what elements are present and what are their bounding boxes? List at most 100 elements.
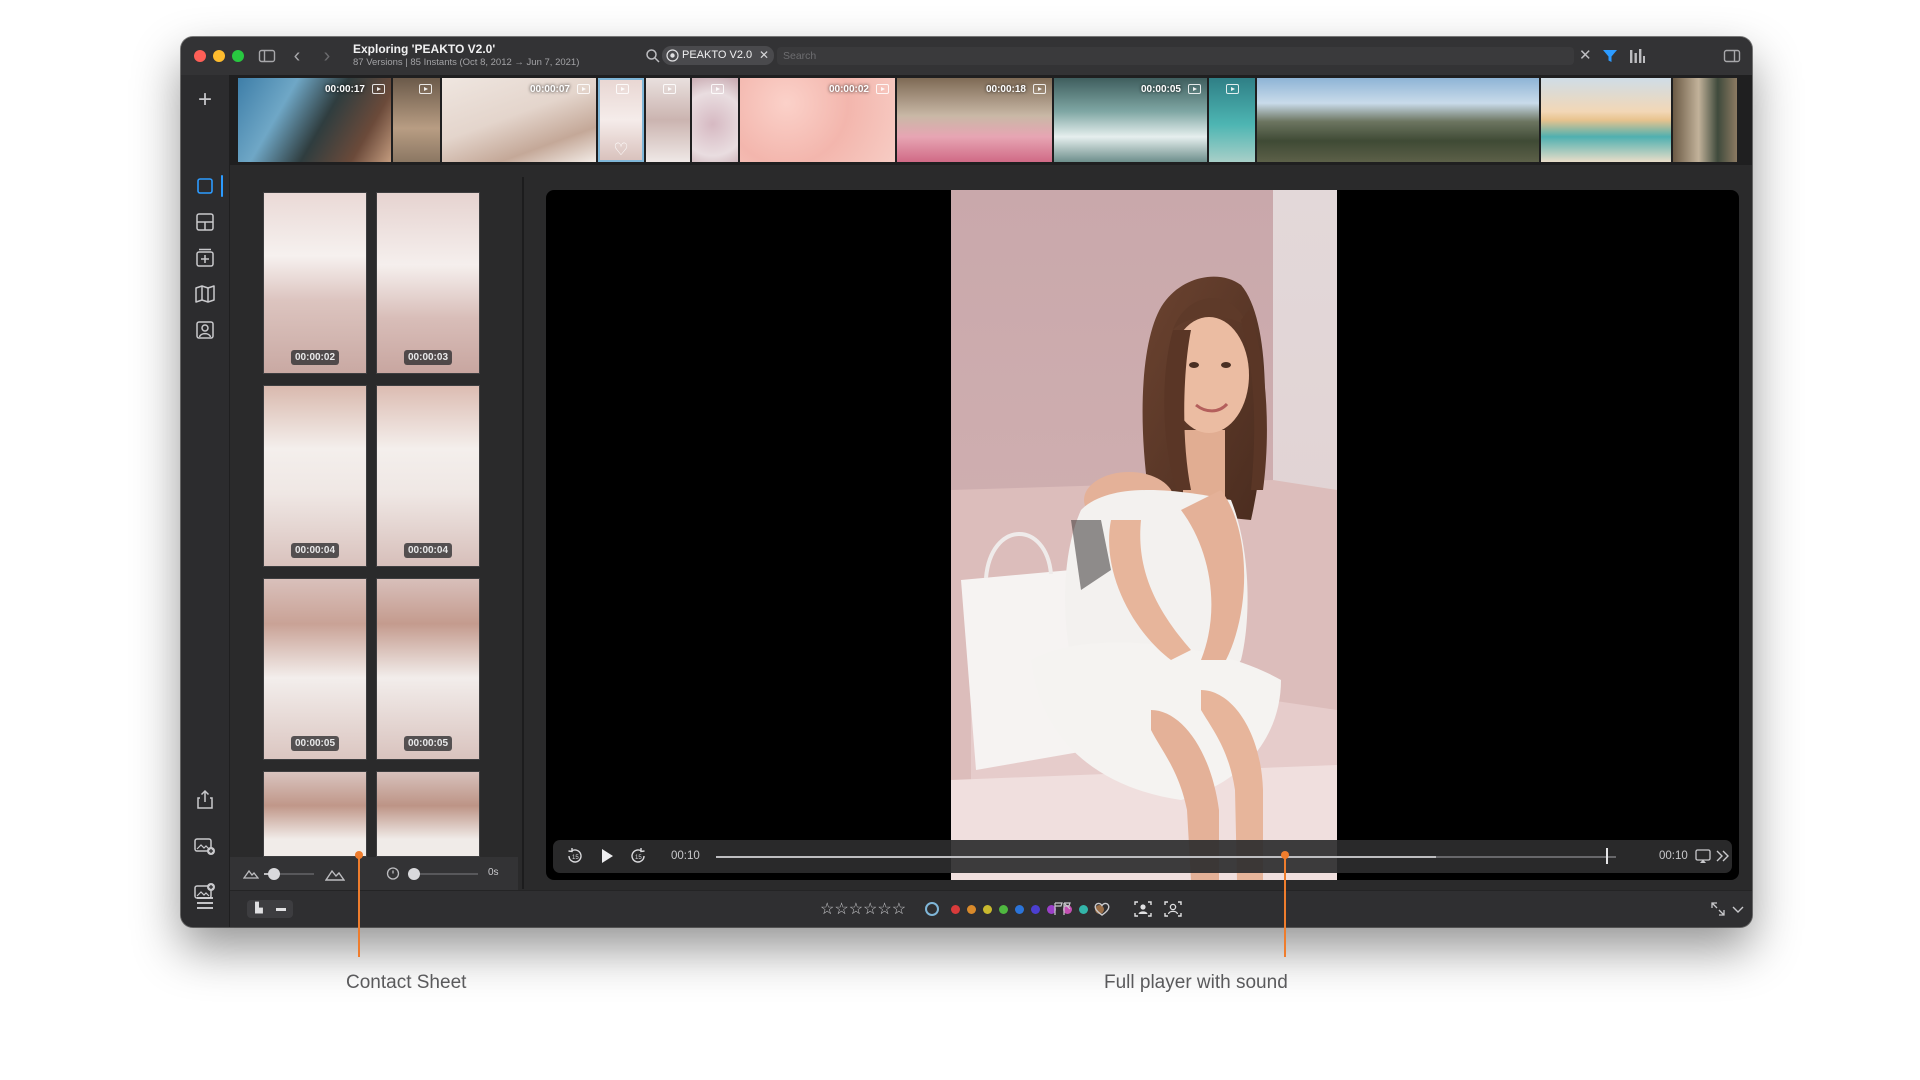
panel-toggle-icon[interactable] (1722, 46, 1742, 66)
close-window-button[interactable] (194, 50, 206, 62)
search-input[interactable]: Search (777, 47, 1574, 65)
single-view-icon[interactable] (192, 173, 218, 199)
catalog-icon (666, 49, 679, 62)
filmstrip-thumbnail[interactable]: 00:00:17 (238, 78, 391, 162)
contact-sheet-frame[interactable]: 00:00:04 (376, 385, 480, 567)
face-detect-icon[interactable] (1133, 899, 1153, 919)
chevron-down-icon[interactable] (1728, 899, 1748, 919)
frame-timecode: 00:00:02 (290, 350, 340, 365)
zoom-window-button[interactable] (232, 50, 244, 62)
replay-icon[interactable]: 15 (565, 846, 585, 871)
contact-sheet-annotation: Contact Sheet (346, 972, 467, 993)
player-controls: 15 15 00:10 00:10 (553, 840, 1732, 873)
filmstrip-thumbnail[interactable] (692, 78, 738, 162)
frame-timecode: 00:00:04 (403, 543, 453, 558)
heart-icon[interactable]: ♡ (613, 141, 628, 158)
contact-sheet-frame[interactable]: 00:00:05 (376, 578, 480, 760)
grid-view-icon[interactable] (192, 209, 218, 235)
people-icon[interactable] (192, 317, 218, 343)
filmstrip-thumbnail-selected[interactable]: ♡ (598, 78, 644, 162)
video-badge-icon (1226, 84, 1239, 94)
filmstrip-thumbnail[interactable]: 00:00:02 (740, 78, 895, 162)
end-time: 00:10 (1659, 850, 1688, 862)
video-badge-icon (876, 84, 889, 94)
panel-divider[interactable] (522, 177, 524, 889)
color-label-3[interactable] (967, 905, 976, 914)
back-icon[interactable]: ‹ (289, 46, 305, 66)
filmstrip-thumbnail[interactable] (393, 78, 440, 162)
airplay-icon[interactable] (1693, 846, 1713, 871)
remove-token-icon[interactable]: ✕ (759, 46, 769, 65)
filmstrip-thumbnail[interactable] (1541, 78, 1671, 162)
large-thumbnails-icon[interactable] (324, 866, 346, 886)
page: ‹ › Exploring 'PEAKTO V2.0' 87 Versions … (0, 0, 1920, 1080)
contact-sheet-frame[interactable] (376, 771, 480, 857)
folder-view-icon[interactable]: ▬ (271, 902, 291, 916)
video-badge-icon (663, 84, 676, 94)
skip-icon[interactable]: 15 (628, 846, 648, 871)
rating-stars[interactable]: ☆☆☆☆☆☆ (820, 899, 906, 919)
view-mode-segmented-control[interactable]: ▙ ▬ (247, 900, 293, 918)
svg-text:15: 15 (572, 855, 579, 861)
thumbnail-duration: 00:00:05 (1140, 84, 1181, 95)
color-label-5[interactable] (999, 905, 1008, 914)
filmstrip-thumbnail[interactable] (646, 78, 690, 162)
video-badge-icon (577, 84, 590, 94)
stats-icon[interactable] (1628, 47, 1646, 65)
add-album-icon[interactable] (192, 245, 218, 271)
color-label-2[interactable] (951, 905, 960, 914)
filter-icon[interactable] (1601, 47, 1619, 65)
color-label-4[interactable] (983, 905, 992, 914)
video-frame (951, 190, 1337, 880)
search-token-chip[interactable]: PEAKTO V2.0 ✕ (662, 46, 775, 65)
contact-sheet-callout-line (358, 854, 360, 957)
filmstrip-thumbnail[interactable]: 00:00:18 (897, 78, 1052, 162)
timer-icon[interactable] (386, 866, 400, 884)
filmstrip-thumbnail[interactable] (1257, 78, 1539, 162)
fullscreen-icon[interactable] (1708, 899, 1728, 919)
map-icon[interactable] (192, 281, 218, 307)
filmstrip: 00:00:17 00:00:07 ♡ 00:00:02 00:00:18 00… (230, 75, 1752, 165)
contact-sheet-frame[interactable]: 00:00:02 (263, 192, 367, 374)
contact-sheet-frame[interactable]: 00:00:03 (376, 192, 480, 374)
color-label-6[interactable] (1015, 905, 1024, 914)
thumbnail-size-knob[interactable] (268, 868, 280, 880)
color-label-7[interactable] (1031, 905, 1040, 914)
player-annotation: Full player with sound (1104, 972, 1288, 993)
forward-icon[interactable]: › (319, 46, 335, 66)
frame-timecode: 00:00:05 (290, 736, 340, 751)
contact-sheet-frame[interactable]: 00:00:04 (263, 385, 367, 567)
interval-knob[interactable] (408, 868, 420, 880)
filmstrip-thumbnail[interactable]: 00:00:05 (1054, 78, 1207, 162)
search-icon[interactable] (645, 48, 661, 64)
share-icon[interactable] (192, 787, 218, 813)
contact-sheet-frame[interactable] (263, 771, 367, 857)
contact-sheet-panel: 00:00:02 00:00:03 00:00:04 00:00:04 00:0… (230, 165, 522, 927)
expand-icon[interactable] (1713, 846, 1733, 871)
color-label-1[interactable] (925, 902, 939, 916)
menu-icon[interactable] (192, 890, 218, 916)
clear-search-icon[interactable]: ✕ (1579, 46, 1592, 66)
filmstrip-thumbnail[interactable] (1209, 78, 1255, 162)
current-time: 00:10 (671, 850, 700, 862)
import-icon[interactable] (192, 833, 218, 859)
filmstrip-thumbnail[interactable] (1673, 78, 1737, 162)
sidebar-toggle-icon[interactable] (257, 46, 277, 66)
active-view-indicator (221, 175, 223, 197)
heart-icon[interactable] (1092, 899, 1112, 919)
contact-sheet-frame[interactable]: 00:00:05 (263, 578, 367, 760)
small-thumbnails-icon[interactable] (242, 866, 260, 884)
document-view-icon[interactable]: ▙ (249, 902, 269, 916)
video-player[interactable]: 15 15 00:10 00:10 (546, 190, 1739, 880)
color-label-10[interactable] (1079, 905, 1088, 914)
plus-icon[interactable]: + (192, 87, 218, 113)
filmstrip-thumbnail[interactable]: 00:00:07 (442, 78, 596, 162)
video-badge-icon (711, 84, 724, 94)
minimize-window-button[interactable] (213, 50, 225, 62)
flag-icon[interactable] (1052, 899, 1072, 919)
playhead-marker[interactable] (1606, 848, 1608, 864)
window-title: Exploring 'PEAKTO V2.0' (353, 42, 496, 56)
frame-timecode: 00:00:05 (403, 736, 453, 751)
face-icon[interactable] (1163, 899, 1183, 919)
play-icon[interactable] (597, 846, 617, 871)
